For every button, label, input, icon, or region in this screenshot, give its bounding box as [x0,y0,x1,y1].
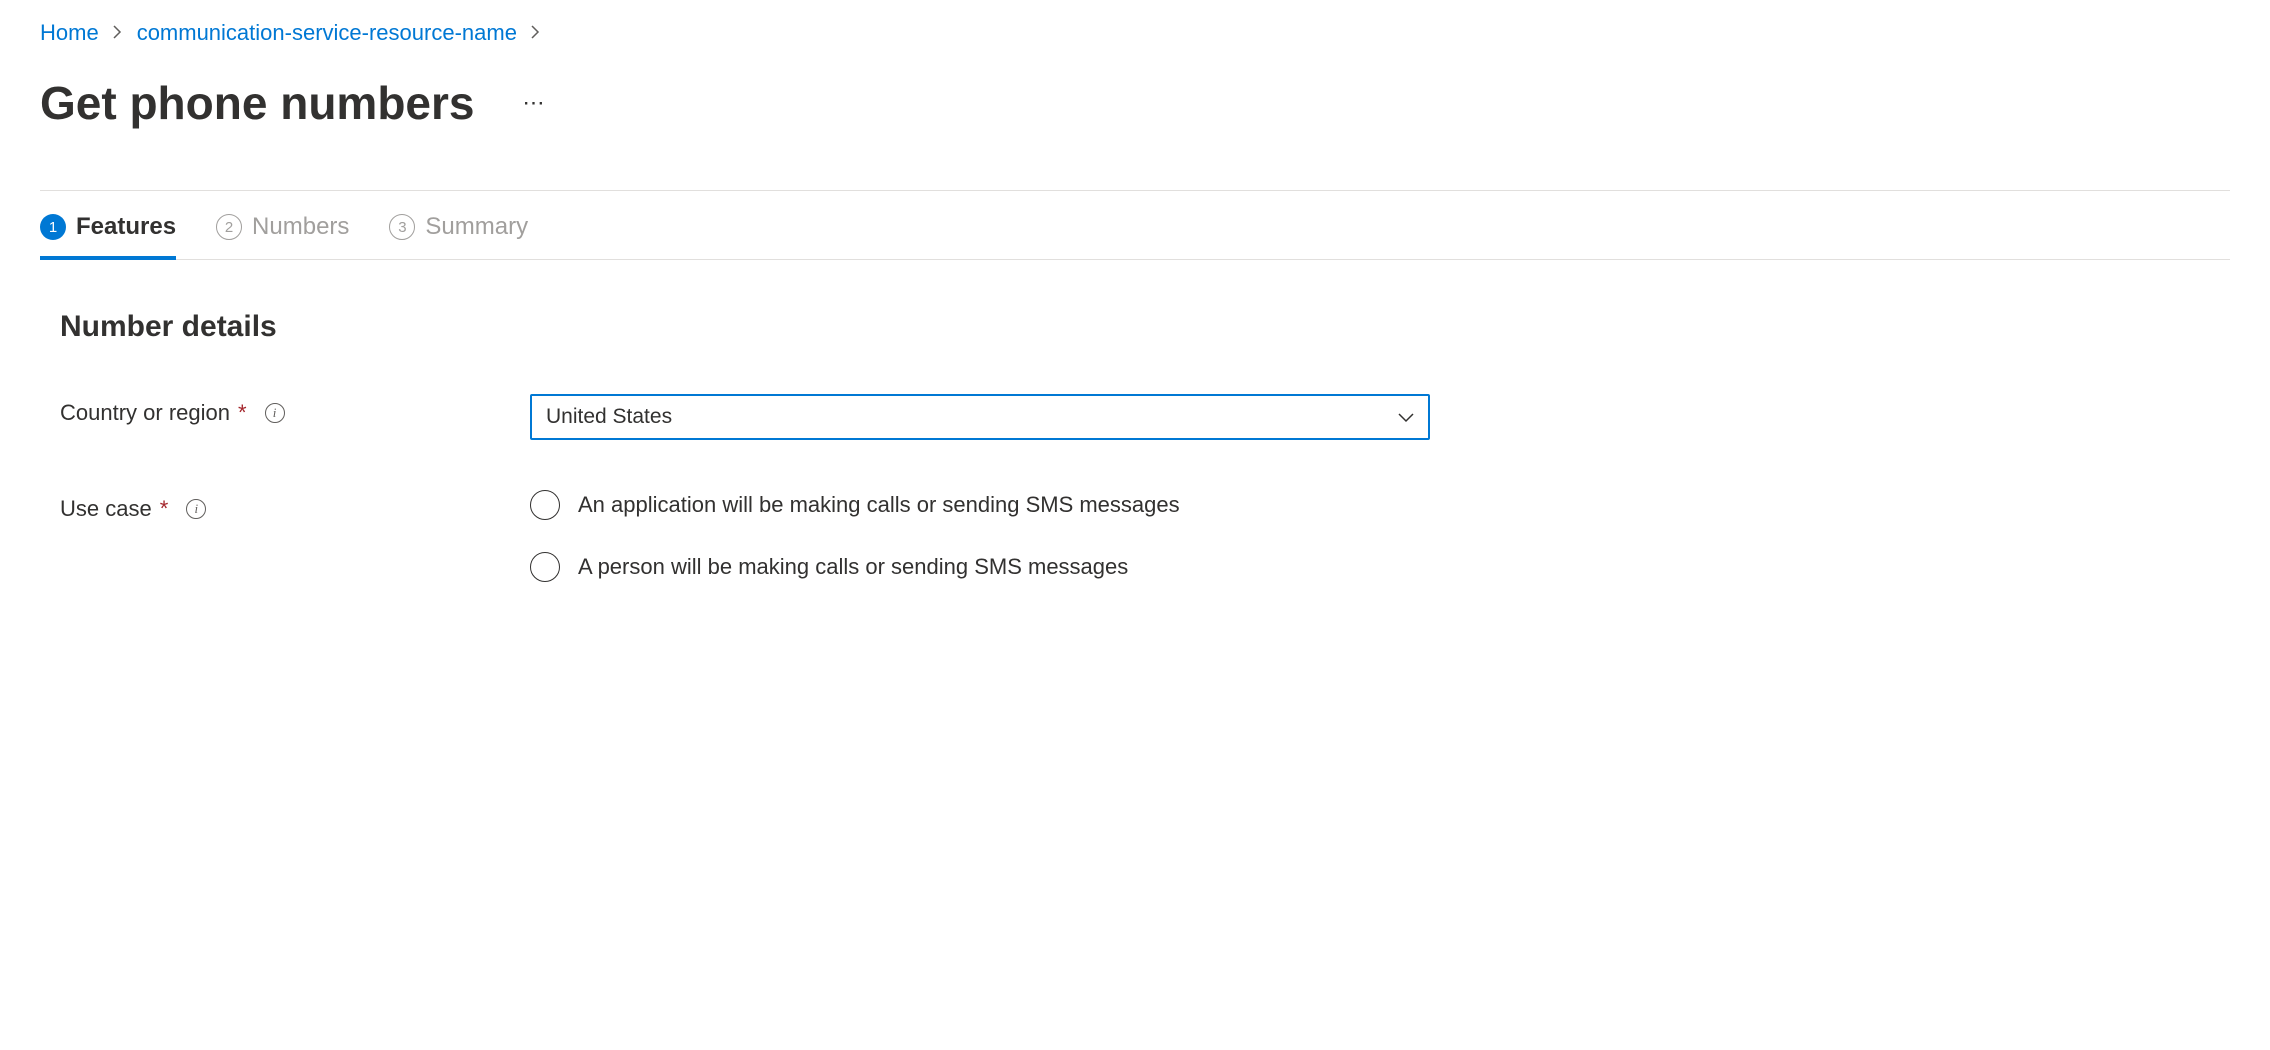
tab-summary[interactable]: 3 Summary [389,213,528,259]
label-usecase: Use case * i [60,490,530,522]
radio-label: An application will be making calls or s… [578,492,1180,518]
select-value: United States [546,405,672,429]
tab-label: Summary [425,213,528,241]
radio-icon [530,490,560,520]
tab-label: Numbers [252,213,349,241]
country-select[interactable]: United States [530,394,1430,440]
tab-features[interactable]: 1 Features [40,213,176,259]
radio-option-application[interactable]: An application will be making calls or s… [530,490,1430,520]
radio-option-person[interactable]: A person will be making calls or sending… [530,552,1430,582]
step-badge: 3 [389,214,415,240]
step-badge: 1 [40,214,66,240]
page-title: Get phone numbers [40,76,474,130]
chevron-down-icon [1398,405,1414,429]
breadcrumb: Home communication-service-resource-name [40,20,2230,46]
step-badge: 2 [216,214,242,240]
features-section: Number details Country or region * i Uni… [40,260,2230,582]
chevron-right-icon [531,23,541,44]
more-button[interactable]: ⋯ [514,86,554,120]
title-row: Get phone numbers ⋯ [40,76,2230,130]
required-marker: * [160,496,169,522]
tab-numbers[interactable]: 2 Numbers [216,213,349,259]
breadcrumb-home[interactable]: Home [40,20,99,46]
label-text: Use case [60,496,152,522]
info-icon[interactable]: i [265,403,285,423]
radio-icon [530,552,560,582]
radio-label: A person will be making calls or sending… [578,554,1128,580]
section-title: Number details [60,310,2210,344]
chevron-right-icon [113,23,123,44]
required-marker: * [238,400,247,426]
form-row-country: Country or region * i United States [60,394,2210,440]
breadcrumb-resource[interactable]: communication-service-resource-name [137,20,517,46]
usecase-radio-group: An application will be making calls or s… [530,490,1430,582]
info-icon[interactable]: i [186,499,206,519]
label-country: Country or region * i [60,394,530,426]
tab-label: Features [76,213,176,241]
label-text: Country or region [60,400,230,426]
wizard-tabs: 1 Features 2 Numbers 3 Summary [40,191,2230,260]
form-row-usecase: Use case * i An application will be maki… [60,490,2210,582]
